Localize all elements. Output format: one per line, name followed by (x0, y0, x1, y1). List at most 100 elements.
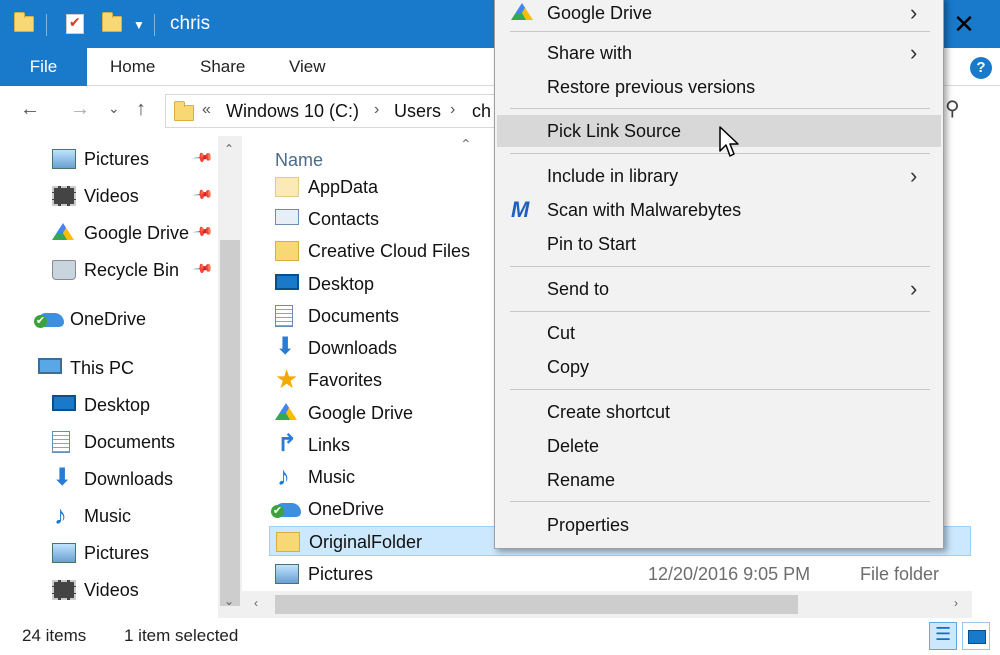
file-name: Contacts (308, 209, 380, 229)
help-button[interactable]: ? (970, 57, 992, 79)
documents-icon (52, 431, 70, 453)
menu-item-label: Rename (547, 470, 616, 490)
address-bar[interactable]: « Windows 10 (C:) › Users › chris (165, 94, 495, 128)
scroll-down-arrow[interactable]: ⌄ (224, 594, 234, 608)
pin-icon: 📌 (192, 257, 215, 280)
menu-item-google-drive[interactable]: Google Drive › (497, 0, 941, 29)
column-header-name[interactable]: Name (275, 150, 323, 171)
desktop-icon (275, 274, 299, 290)
appdata-folder-icon (275, 177, 299, 197)
documents-icon (275, 305, 293, 327)
large-icons-view-button[interactable] (962, 622, 990, 650)
scroll-left-arrow[interactable]: ‹ (254, 596, 258, 610)
file-name: Creative Cloud Files (308, 241, 471, 261)
menu-item-properties[interactable]: Properties (497, 509, 941, 541)
menu-separator (510, 108, 930, 109)
breadcrumb-user-folder[interactable]: chris (472, 101, 492, 122)
file-name: Google Drive (308, 403, 414, 423)
file-name: Links (308, 435, 351, 455)
pictures-icon (52, 543, 76, 563)
file-type: File folder (860, 564, 940, 584)
file-name: Desktop (308, 274, 375, 294)
menu-item-label: Delete (547, 436, 600, 456)
menu-item-restore-previous-versions[interactable]: Restore previous versions (497, 71, 941, 103)
menu-item-label: Google Drive (547, 3, 653, 23)
file-name: OriginalFolder (309, 532, 423, 552)
menu-item-label: Share with (547, 43, 633, 63)
folder-icon (276, 532, 300, 552)
nav-item-label: Documents (84, 432, 176, 452)
menu-item-delete[interactable]: Delete (497, 430, 941, 462)
breadcrumb-separator[interactable]: › (374, 101, 379, 119)
folder-icon (174, 101, 194, 121)
nav-item-label: This PC (70, 358, 135, 378)
file-name: Pictures (308, 564, 374, 584)
tab-share[interactable]: Share (200, 48, 245, 86)
search-icon[interactable]: ⚲ (945, 96, 975, 126)
scroll-up-arrow[interactable]: ⌃ (224, 142, 234, 156)
menu-separator (510, 31, 930, 32)
file-date: 12/20/2016 9:05 PM (648, 564, 811, 584)
breadcrumb-separator[interactable]: › (450, 101, 455, 119)
toolbar-divider (46, 14, 47, 36)
scroll-right-arrow[interactable]: › (954, 596, 958, 610)
nav-item-label: Recycle Bin (84, 260, 180, 280)
folder-icon (14, 12, 34, 32)
customize-toolbar-chevron-icon[interactable]: ▼ (133, 18, 145, 32)
downloads-icon (52, 463, 74, 493)
menu-item-include-in-library[interactable]: Include in library › (497, 160, 941, 192)
up-button[interactable]: ↑ (136, 98, 146, 121)
menu-item-scan-with-malwarebytes[interactable]: Scan with Malwarebytes (497, 194, 941, 226)
menu-item-cut[interactable]: Cut (497, 317, 941, 349)
scrollbar-thumb[interactable] (275, 595, 798, 614)
tab-home[interactable]: Home (110, 48, 155, 86)
breadcrumb-drive[interactable]: Windows 10 (C:) (226, 101, 359, 122)
recent-locations-button[interactable]: ⌄ (108, 100, 120, 117)
properties-icon[interactable] (66, 14, 84, 34)
breadcrumb-overflow[interactable]: « (202, 101, 211, 119)
menu-item-share-with[interactable]: Share with › (497, 37, 941, 69)
menu-item-rename[interactable]: Rename (497, 464, 941, 496)
submenu-chevron-icon: › (910, 0, 918, 25)
status-bar: 24 items 1 item selected (0, 618, 1000, 655)
window-title: chris (170, 13, 211, 34)
context-menu: Google Drive › Share with › Restore prev… (494, 0, 944, 549)
menu-separator (510, 311, 930, 312)
details-view-button[interactable] (929, 622, 957, 650)
file-row[interactable]: Pictures 12/20/2016 9:05 PM File folder (269, 559, 971, 589)
nav-item-label: OneDrive (70, 309, 147, 329)
nav-item-label: Desktop (84, 395, 151, 415)
file-name: Favorites (308, 370, 383, 390)
nav-item-label: Google Drive (84, 223, 190, 243)
nav-item-label: Videos (84, 580, 139, 600)
file-name: AppData (308, 177, 379, 197)
menu-separator (510, 501, 930, 502)
downloads-icon (275, 332, 297, 362)
menu-item-label: Properties (547, 515, 630, 535)
nav-item-label: Music (84, 506, 132, 526)
pin-icon: 📌 (192, 183, 215, 206)
nav-item-label: Downloads (84, 469, 174, 489)
menu-item-label: Cut (547, 323, 576, 343)
scrollbar-thumb[interactable] (220, 240, 240, 606)
menu-item-create-shortcut[interactable]: Create shortcut (497, 396, 941, 428)
menu-item-pin-to-start[interactable]: Pin to Start (497, 228, 941, 260)
tab-view[interactable]: View (289, 48, 326, 86)
selection-count: 1 item selected (124, 626, 239, 645)
menu-item-send-to[interactable]: Send to › (497, 273, 941, 305)
file-name: OneDrive (308, 499, 385, 519)
horizontal-scrollbar[interactable]: ‹ › (242, 591, 972, 618)
close-window-button[interactable]: ✕ (944, 8, 984, 40)
nav-pane-scrollbar[interactable]: ⌃ ⌄ (218, 136, 242, 618)
computer-icon (38, 358, 62, 374)
forward-button[interactable]: → (70, 98, 90, 121)
menu-item-copy[interactable]: Copy (497, 351, 941, 383)
back-button[interactable]: ← (20, 98, 40, 121)
menu-item-label: Restore previous versions (547, 77, 756, 97)
menu-item-label: Create shortcut (547, 402, 671, 422)
tab-file[interactable]: File (0, 48, 87, 86)
new-folder-icon[interactable] (102, 12, 122, 32)
breadcrumb-users[interactable]: Users (394, 101, 441, 122)
google-drive-icon (275, 403, 297, 420)
pictures-icon (275, 564, 299, 584)
